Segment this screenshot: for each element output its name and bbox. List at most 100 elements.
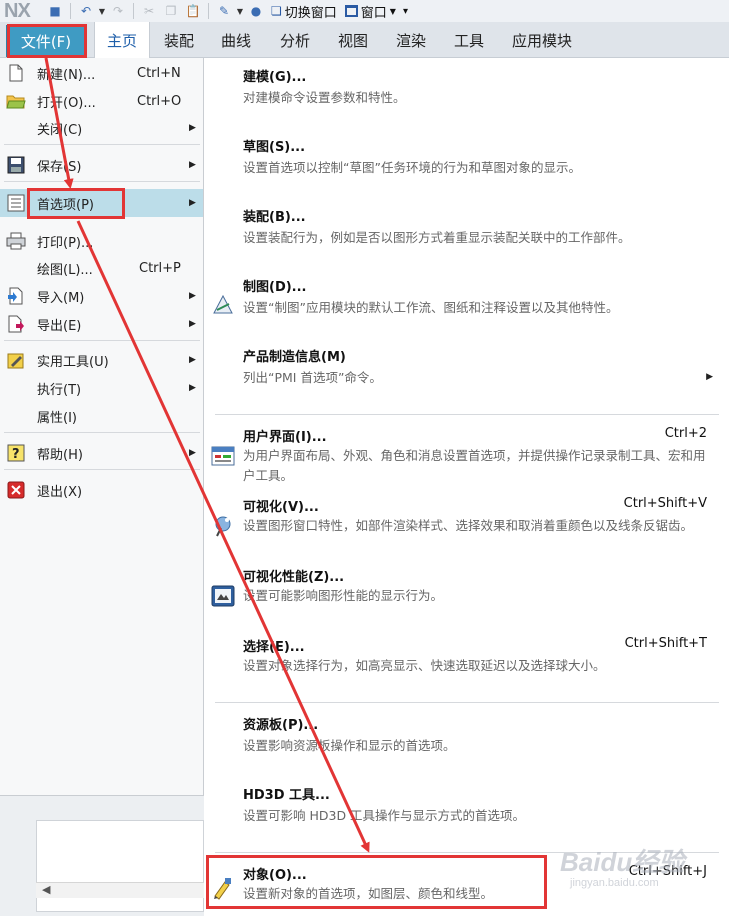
new-file-icon — [6, 63, 26, 83]
menu-item-shortcut: Ctrl+N — [137, 65, 181, 81]
drafting-icon — [211, 292, 235, 316]
menu-item-save[interactable]: 保存(S) ▶ — [0, 152, 203, 178]
tab-label: 应用模块 — [512, 31, 573, 50]
edit-object-display-icon[interactable]: ✎ — [213, 1, 235, 21]
pref-item-title: 资源板(P)... — [243, 718, 319, 733]
menu-divider — [215, 414, 719, 415]
tab-render[interactable]: 渲染 — [396, 22, 426, 58]
dropdown-arrow-icon[interactable]: ▼ — [97, 1, 107, 21]
submenu-arrow-icon: ▶ — [706, 372, 713, 382]
menu-divider — [4, 144, 200, 145]
window-menu-button[interactable]: 窗口 ▼ ▾ — [344, 2, 408, 21]
menu-item-label: 打印(P)... — [37, 235, 94, 251]
horizontal-scrollbar[interactable]: ◀ — [36, 882, 204, 898]
pref-item-user-interface[interactable]: 用户界面(I)... Ctrl+2 为用户界面布局、外观、角色和消息设置首选项，… — [205, 426, 729, 488]
copy-icon[interactable]: ❐ — [160, 1, 182, 21]
menu-item-execute[interactable]: 执行(T) ▶ — [0, 375, 203, 401]
submenu-arrow-icon: ▶ — [189, 198, 196, 208]
menu-item-label: 导入(M) — [37, 290, 85, 306]
pref-item-drafting[interactable]: 制图(D)... 设置“制图”应用模块的默认工作流、图纸和注释设置以及其他特性。 — [205, 276, 729, 336]
menu-item-close[interactable]: 关闭(C) ▶ — [0, 115, 203, 141]
open-folder-icon — [6, 91, 26, 111]
menu-item-preferences[interactable]: 首选项(P) ▶ — [0, 189, 203, 217]
save-icon[interactable]: ■ — [44, 1, 66, 21]
pref-item-shortcut: Ctrl+2 — [664, 426, 707, 441]
cut-icon[interactable]: ✂ — [138, 1, 160, 21]
menu-item-export[interactable]: 导出(E) ▶ — [0, 311, 203, 337]
switch-window-label: 切换窗口 — [284, 5, 337, 21]
pref-item-title: 建模(G)... — [243, 70, 307, 85]
pref-item-pmi[interactable]: 产品制造信息(M) 列出“PMI 首选项”命令。 ▶ — [205, 346, 729, 406]
menu-item-import[interactable]: 导入(M) ▶ — [0, 283, 203, 309]
menu-item-help[interactable]: ? 帮助(H) ▶ — [0, 440, 203, 466]
pref-item-resource-bar[interactable]: 资源板(P)... 设置影响资源板操作和显示的首选项。 — [205, 714, 729, 774]
pref-item-modeling[interactable]: 建模(G)... 对建模命令设置参数和特性。 — [205, 66, 729, 126]
menu-divider — [4, 432, 200, 433]
menu-item-open[interactable]: 打开(O)... Ctrl+O — [0, 88, 203, 114]
tab-curve[interactable]: 曲线 — [221, 22, 251, 58]
tab-file[interactable]: 文件(F) — [6, 25, 86, 57]
pref-item-visualization[interactable]: 可视化(V)... Ctrl+Shift+V 设置图形窗口特性，如部件渲染样式、… — [205, 496, 729, 558]
ribbon-tab-bar: 文件(F) 主页 装配 曲线 分析 视图 渲染 工具 应用模块 — [0, 22, 729, 59]
tab-view[interactable]: 视图 — [338, 22, 368, 58]
dropdown-arrow-icon: ▼ — [389, 6, 396, 16]
submenu-arrow-icon: ▶ — [189, 383, 196, 393]
preferences-icon — [6, 193, 26, 213]
pref-item-selection[interactable]: 选择(E)... Ctrl+Shift+T 设置对象选择行为，如高亮显示、快速选… — [205, 636, 729, 686]
pref-item-title: 产品制造信息(M) — [243, 350, 346, 365]
undo-icon[interactable]: ↶ — [75, 1, 97, 21]
menu-divider — [4, 340, 200, 341]
save-icon — [6, 155, 26, 175]
app-logo: NX — [4, 0, 31, 22]
pref-item-description: 对建模命令设置参数和特性。 — [243, 90, 406, 105]
pref-item-title: HD3D 工具... — [243, 788, 330, 803]
dropdown-arrow-icon[interactable]: ▼ — [235, 1, 245, 21]
tab-assembly[interactable]: 装配 — [164, 22, 194, 58]
pref-item-title: 选择(E)... — [243, 640, 305, 655]
menu-divider — [4, 181, 200, 182]
pref-item-title: 装配(B)... — [243, 210, 306, 225]
tab-home[interactable]: 主页 — [94, 22, 150, 59]
menu-item-properties[interactable]: 属性(I) — [0, 403, 203, 429]
submenu-arrow-icon: ▶ — [189, 123, 196, 133]
tab-label: 装配 — [164, 31, 195, 50]
redo-icon[interactable]: ↷ — [107, 1, 129, 21]
background-window: ◀ — [0, 796, 204, 916]
pref-item-assembly[interactable]: 装配(B)... 设置装配行为，例如是否以图形方式着重显示装配关联中的工作部件。 — [205, 206, 729, 266]
menu-item-label: 关闭(C) — [37, 122, 83, 138]
menu-item-print[interactable]: 打印(P)... — [0, 228, 203, 254]
submenu-arrow-icon: ▶ — [189, 160, 196, 170]
toolbar-overflow-icon[interactable]: ▾ — [403, 6, 408, 17]
pref-item-description: 设置装配行为，例如是否以图形方式着重显示装配关联中的工作部件。 — [243, 230, 631, 245]
window-icon — [344, 5, 358, 17]
pref-item-visualization-performance[interactable]: 可视化性能(Z)... 设置可能影响图形性能的显示行为。 — [205, 566, 729, 616]
pref-item-title: 草图(S)... — [243, 140, 306, 155]
tab-tools[interactable]: 工具 — [454, 22, 484, 58]
menu-item-label: 帮助(H) — [37, 447, 83, 463]
menu-item-plot[interactable]: 绘图(L)... Ctrl+P — [0, 255, 203, 281]
tab-label: 渲染 — [396, 31, 427, 50]
help-icon: ? — [6, 443, 26, 463]
pref-item-hd3d-tools[interactable]: HD3D 工具... 设置可影响 HD3D 工具操作与显示方式的首选项。 — [205, 784, 729, 844]
menu-item-utilities[interactable]: 实用工具(U) ▶ — [0, 347, 203, 373]
menu-item-exit[interactable]: 退出(X) — [0, 477, 203, 503]
menu-item-new[interactable]: 新建(N)... Ctrl+N — [0, 60, 203, 86]
preferences-submenu: 建模(G)... 对建模命令设置参数和特性。 草图(S)... 设置首选项以控制… — [205, 58, 729, 916]
background-panel — [36, 820, 204, 912]
visualization-icon — [211, 514, 235, 538]
tab-label: 主页 — [106, 32, 137, 50]
utilities-icon — [6, 350, 26, 370]
submenu-arrow-icon: ▶ — [189, 319, 196, 329]
menu-divider — [215, 702, 719, 703]
menu-item-shortcut: Ctrl+P — [139, 260, 181, 276]
pref-item-sketch[interactable]: 草图(S)... 设置首选项以控制“草图”任务环境的行为和草图对象的显示。 — [205, 136, 729, 196]
user-interface-icon — [211, 444, 235, 468]
switch-window-button[interactable]: ❏ 切换窗口 — [271, 2, 337, 21]
svg-text:?: ? — [12, 447, 20, 462]
tab-application[interactable]: 应用模块 — [512, 22, 572, 58]
switch-window-icon: ❏ — [271, 4, 282, 18]
hide-show-icon[interactable]: ● — [245, 1, 267, 21]
paste-icon[interactable]: 📋 — [182, 1, 204, 21]
pref-item-description: 设置可影响 HD3D 工具操作与显示方式的首选项。 — [243, 808, 526, 823]
tab-analysis[interactable]: 分析 — [280, 22, 310, 58]
